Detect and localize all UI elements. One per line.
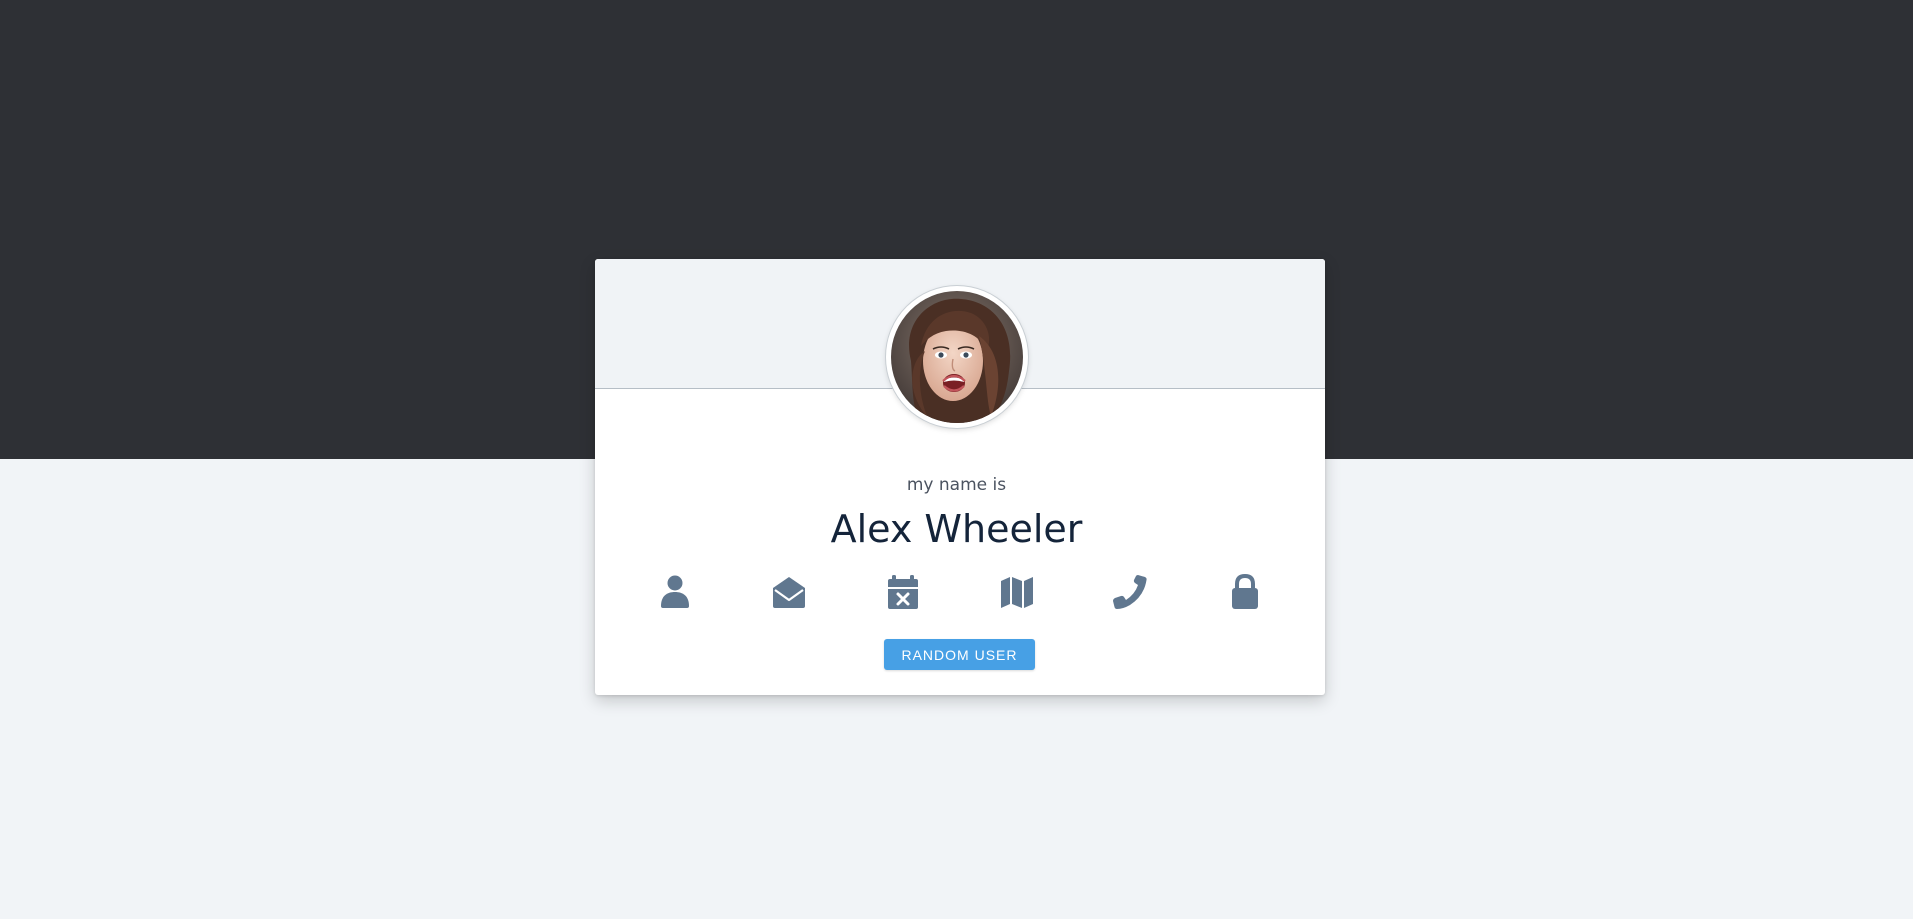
- envelope-open-icon[interactable]: [769, 572, 809, 612]
- lock-icon[interactable]: [1225, 572, 1265, 612]
- user-name: Alex Wheeler: [830, 507, 1083, 551]
- avatar: [886, 286, 1028, 428]
- user-icon[interactable]: [655, 572, 695, 612]
- phone-icon[interactable]: [1111, 572, 1151, 612]
- name-intro-label: my name is: [906, 475, 1007, 495]
- map-icon[interactable]: [997, 572, 1037, 612]
- random-user-button[interactable]: RANDOM USER: [884, 639, 1035, 670]
- info-icon-row: [0, 572, 1913, 612]
- avatar-photo: [891, 291, 1023, 423]
- calendar-x-icon[interactable]: [883, 572, 923, 612]
